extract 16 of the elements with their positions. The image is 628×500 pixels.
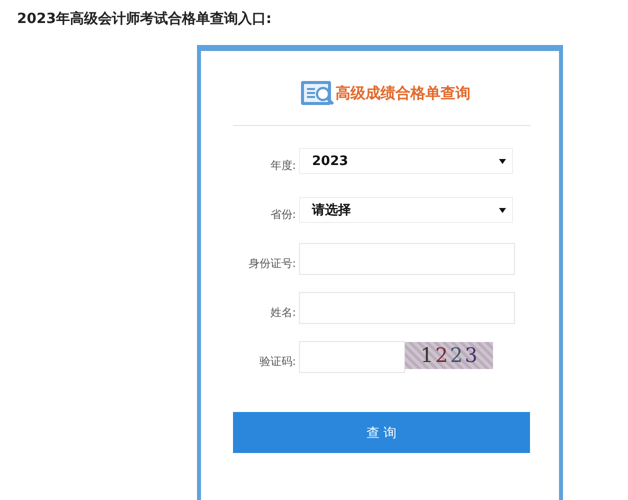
- input-field[interactable]: [299, 341, 405, 373]
- caret-icon: [499, 208, 506, 212]
- dropdown[interactable]: 请选择: [299, 197, 513, 223]
- search-document-icon: [300, 79, 336, 107]
- caret-icon: [499, 158, 506, 164]
- page-heading: 2023年高级会计师考试合格单查询入口:: [16, 10, 273, 29]
- field-label: 省份:: [269, 206, 297, 222]
- card-title: 高级成绩合格单查询: [336, 84, 470, 102]
- field-label: 年度:: [269, 158, 297, 172]
- query-button[interactable]: 查 询: [233, 412, 530, 453]
- field-label: 验证码:: [258, 354, 297, 368]
- field-label: 身份证号:: [247, 256, 297, 270]
- input-field[interactable]: [299, 292, 515, 324]
- input-field[interactable]: [299, 243, 515, 275]
- dropdown[interactable]: 2023: [299, 148, 513, 174]
- field-label: 姓名:: [269, 304, 297, 320]
